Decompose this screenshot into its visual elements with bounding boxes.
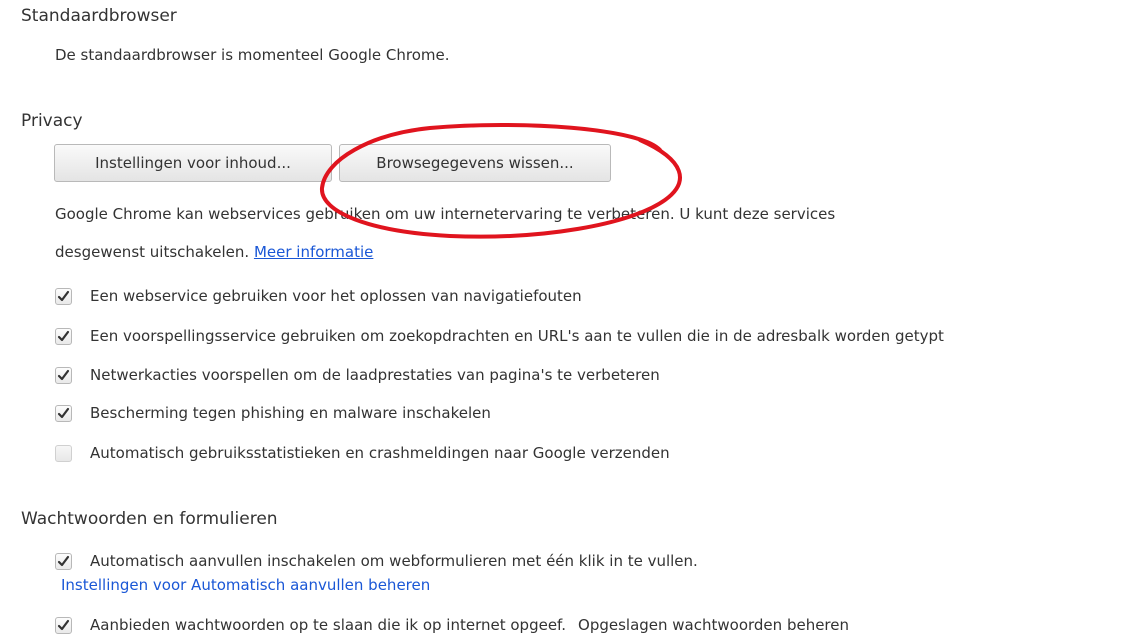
privacy-option-label: Een webservice gebruiken voor het oploss… xyxy=(90,287,582,305)
autofill-checkbox[interactable] xyxy=(55,552,72,570)
checkmark-icon xyxy=(57,619,70,630)
annotation-ellipse xyxy=(320,122,682,239)
checkmark-icon xyxy=(57,369,70,380)
passwords-forms-heading: Wachtwoorden en formulieren xyxy=(21,509,278,529)
clear-browsing-data-button[interactable]: Browsegegevens wissen... xyxy=(339,144,611,182)
privacy-heading: Privacy xyxy=(21,111,83,131)
save-passwords-checkbox[interactable] xyxy=(55,616,72,634)
privacy-description-line2: desgewenst uitschakelen. Meer informatie xyxy=(55,243,373,261)
checkmark-icon xyxy=(57,290,70,301)
autofill-label: Automatisch aanvullen inschakelen om web… xyxy=(90,552,698,570)
checkmark-icon xyxy=(57,555,70,566)
privacy-option[interactable]: Een voorspellingsservice gebruiken om zo… xyxy=(55,324,944,348)
privacy-option-label: Een voorspellingsservice gebruiken om zo… xyxy=(90,327,944,345)
privacy-option-checkbox[interactable] xyxy=(55,366,72,384)
checkmark-icon xyxy=(57,407,70,418)
autofill-settings-link[interactable]: Instellingen voor Automatisch aanvullen … xyxy=(61,576,430,594)
privacy-option[interactable]: Een webservice gebruiken voor het oploss… xyxy=(55,284,582,308)
privacy-option-label: Bescherming tegen phishing en malware in… xyxy=(90,404,491,422)
privacy-option-label: Automatisch gebruiksstatistieken en cras… xyxy=(90,444,670,462)
privacy-option-checkbox[interactable] xyxy=(55,287,72,305)
manage-passwords-link[interactable]: Opgeslagen wachtwoorden beheren xyxy=(578,616,849,634)
privacy-option-checkbox[interactable] xyxy=(55,444,72,462)
more-info-link[interactable]: Meer informatie xyxy=(254,243,373,261)
privacy-option[interactable]: Automatisch gebruiksstatistieken en cras… xyxy=(55,441,670,465)
save-passwords-option[interactable]: Aanbieden wachtwoorden op te slaan die i… xyxy=(55,613,849,637)
privacy-option[interactable]: Netwerkacties voorspellen om de laadpres… xyxy=(55,363,660,387)
save-passwords-label: Aanbieden wachtwoorden op te slaan die i… xyxy=(90,616,567,634)
privacy-option-checkbox[interactable] xyxy=(55,327,72,345)
privacy-option-label: Netwerkacties voorspellen om de laadpres… xyxy=(90,366,660,384)
privacy-option-checkbox[interactable] xyxy=(55,404,72,422)
default-browser-status: De standaardbrowser is momenteel Google … xyxy=(55,46,450,64)
privacy-option[interactable]: Bescherming tegen phishing en malware in… xyxy=(55,401,491,425)
privacy-description: Google Chrome kan webservices gebruiken … xyxy=(55,205,836,223)
autofill-option[interactable]: Automatisch aanvullen inschakelen om web… xyxy=(55,549,698,573)
content-settings-button[interactable]: Instellingen voor inhoud... xyxy=(54,144,332,182)
default-browser-heading: Standaardbrowser xyxy=(21,6,177,26)
privacy-description-end: desgewenst uitschakelen. xyxy=(55,243,250,261)
checkmark-icon xyxy=(57,330,70,341)
